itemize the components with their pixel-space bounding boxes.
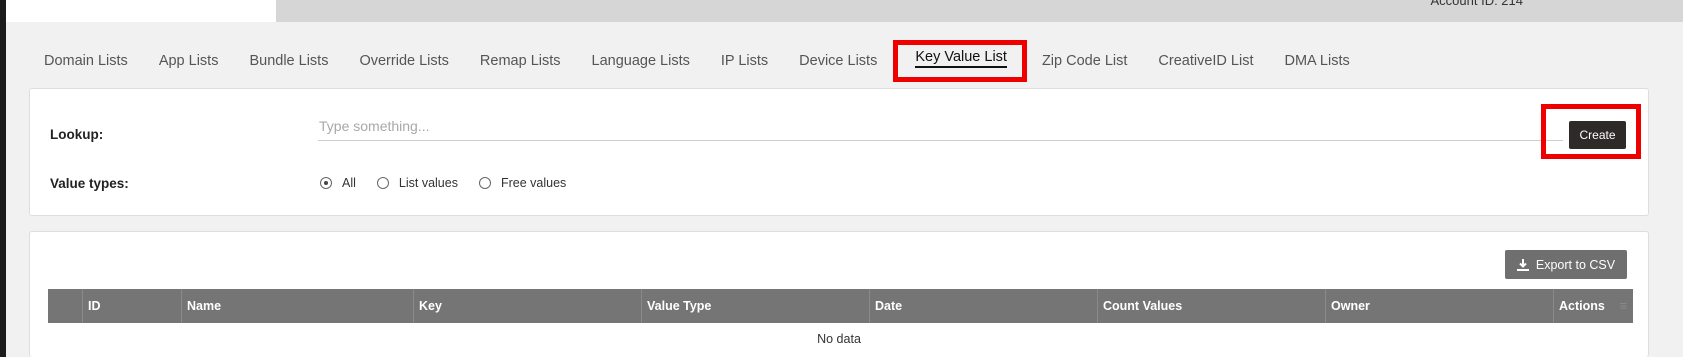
tab-domain-lists[interactable]: Domain Lists bbox=[29, 44, 144, 82]
tab-bundle-lists[interactable]: Bundle Lists bbox=[234, 44, 344, 82]
radio-free-values[interactable]: Free values bbox=[478, 176, 567, 190]
tab-bar: Domain Lists App Lists Bundle Lists Over… bbox=[29, 40, 1366, 82]
empty-state-text: No data bbox=[817, 332, 861, 346]
column-actions-label: Actions bbox=[1559, 299, 1605, 313]
column-count-values[interactable]: Count Values bbox=[1097, 289, 1325, 323]
download-icon bbox=[1516, 258, 1529, 271]
tab-dma-lists[interactable]: DMA Lists bbox=[1269, 44, 1365, 82]
left-sidebar-edge bbox=[0, 0, 6, 357]
radio-list-values-label: List values bbox=[398, 176, 458, 190]
value-types-label: Value types: bbox=[50, 176, 129, 191]
radio-free-values-button[interactable] bbox=[478, 177, 491, 189]
value-types-radio-group: All List values Free values bbox=[320, 176, 587, 190]
top-bar-logo-area bbox=[6, 0, 276, 22]
results-panel: Export to CSV ID Name Key Value Type Dat… bbox=[29, 231, 1649, 357]
column-name[interactable]: Name bbox=[181, 289, 413, 323]
export-csv-button[interactable]: Export to CSV bbox=[1505, 250, 1627, 279]
tab-zip-code-list[interactable]: Zip Code List bbox=[1027, 44, 1143, 82]
column-id[interactable]: ID bbox=[82, 289, 181, 323]
tab-remap-lists[interactable]: Remap Lists bbox=[465, 44, 577, 82]
tab-app-lists[interactable]: App Lists bbox=[144, 44, 235, 82]
lookup-label: Lookup: bbox=[50, 127, 104, 142]
tab-language-lists[interactable]: Language Lists bbox=[577, 44, 706, 82]
filter-panel: Lookup: Create Value types: All List val… bbox=[29, 88, 1649, 216]
tab-ip-lists[interactable]: IP Lists bbox=[706, 44, 784, 82]
tab-override-lists[interactable]: Override Lists bbox=[344, 44, 464, 82]
radio-free-values-label: Free values bbox=[500, 176, 567, 190]
export-csv-label: Export to CSV bbox=[1535, 257, 1616, 272]
column-date[interactable]: Date bbox=[869, 289, 1097, 323]
tab-device-lists[interactable]: Device Lists bbox=[784, 44, 893, 82]
tab-creativeid-list[interactable]: CreativeID List bbox=[1143, 44, 1269, 82]
tab-key-value-list-label: Key Value List bbox=[915, 49, 1007, 68]
tab-key-value-list[interactable]: Key Value List bbox=[893, 40, 1027, 82]
radio-all-button[interactable] bbox=[320, 177, 332, 189]
column-owner[interactable]: Owner bbox=[1325, 289, 1553, 323]
radio-all[interactable]: All bbox=[320, 176, 356, 190]
select-all-column[interactable] bbox=[48, 289, 82, 323]
column-actions[interactable]: Actions ≡ bbox=[1553, 289, 1633, 323]
account-id: Account ID: 214 bbox=[1430, 0, 1524, 8]
column-key[interactable]: Key bbox=[413, 289, 641, 323]
table-header: ID Name Key Value Type Date Count Values… bbox=[48, 289, 1633, 323]
radio-list-values-button[interactable] bbox=[376, 177, 389, 189]
radio-all-label: All bbox=[342, 176, 356, 190]
column-value-type[interactable]: Value Type bbox=[641, 289, 869, 323]
lookup-input[interactable] bbox=[318, 115, 1563, 141]
column-menu-icon[interactable]: ≡ bbox=[1620, 289, 1627, 323]
radio-list-values[interactable]: List values bbox=[376, 176, 458, 190]
create-button[interactable]: Create bbox=[1569, 121, 1626, 149]
